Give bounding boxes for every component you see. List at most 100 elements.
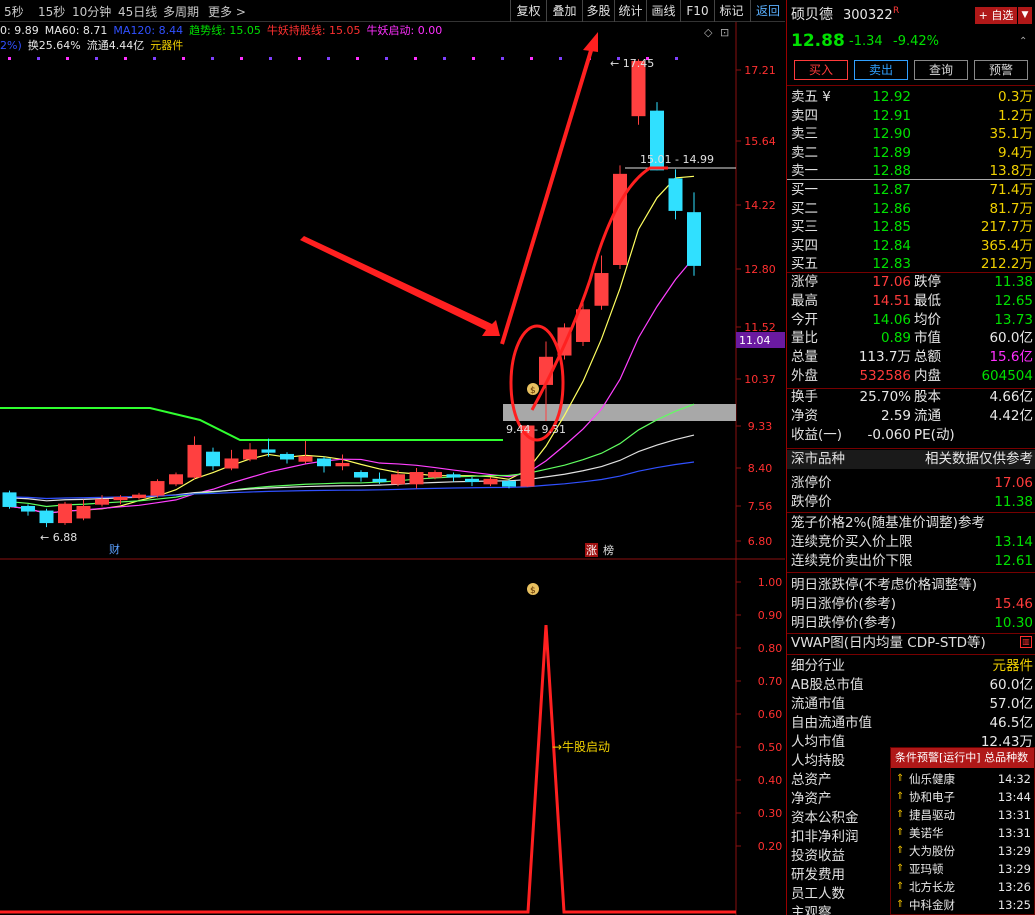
candle-body (95, 499, 109, 505)
chevron-down-icon[interactable]: ▼ (1018, 7, 1032, 24)
indicator-tick-label: 0.60 (758, 708, 783, 721)
alert-item[interactable]: ⇑ 亚玛顿 13:29 (891, 860, 1034, 878)
multi-stock-button[interactable]: 多股 (582, 0, 614, 22)
chart-icon[interactable]: ▥ (1020, 636, 1032, 648)
row-volume: 35.1万 (989, 126, 1033, 142)
row-label: 研发费用 (791, 867, 845, 883)
stat-row: 收益(一) -0.060 PE(动) (787, 426, 1035, 445)
stat-row: 量比 0.89 市值 60.0亿 (787, 329, 1035, 348)
period-15s[interactable]: 15秒 (38, 3, 65, 20)
event-bang[interactable]: 榜 (603, 543, 614, 557)
price-row: 12.88 -1.34 -9.42% ⌃ (787, 32, 1035, 54)
alert-item[interactable]: ⇑ 中科金财 13:25 (891, 896, 1034, 914)
alert-item[interactable]: ⇑ 协和电子 13:44 (891, 788, 1034, 806)
candle-body (594, 273, 609, 306)
indicator-tick-label: 0.50 (758, 741, 783, 754)
row-label: 人均持股 (791, 753, 845, 769)
row-label: 连续竞价卖出价下限 (791, 553, 913, 569)
alert-stock-name: 捷昌驱动 (909, 808, 955, 822)
draw-button[interactable]: 画线 (646, 0, 680, 22)
row-value: 60.0亿 (989, 677, 1033, 693)
period-5s[interactable]: 5秒 (4, 3, 24, 20)
stats-button[interactable]: 统计 (614, 0, 646, 22)
row-label: AB股总市值 (791, 677, 864, 693)
current-price-tag: 11.04 (739, 334, 771, 347)
overlay-button[interactable]: 叠加 (546, 0, 582, 22)
adjust-button[interactable]: 复权 (510, 0, 546, 22)
sell-button[interactable]: 卖出 (854, 60, 908, 80)
alert-arrow-icon: ⇑ (896, 863, 905, 874)
row-value: 12.90 (872, 126, 911, 142)
period-more[interactable]: 更多 > (208, 3, 246, 20)
event-cai[interactable]: 财 (109, 542, 120, 556)
row-label: 卖二 (791, 144, 818, 161)
market-section-header: 深市品种 相关数据仅供参考 (787, 450, 1035, 469)
row-label: 员工人数 (791, 886, 845, 902)
candle-body (372, 478, 387, 483)
candle-body (76, 505, 91, 519)
signal-dot (269, 57, 272, 60)
stat-label: PE(动) (914, 427, 955, 443)
alert-item[interactable]: ⇑ 仙乐健康 14:32 (891, 770, 1034, 788)
buy-button[interactable]: 买入 (794, 60, 848, 80)
stat-value: 13.73 (994, 311, 1033, 328)
alert-arrow-icon: ⇑ (896, 809, 905, 820)
fundamental-row: 细分行业 元器件 (787, 657, 1035, 676)
signal-dot (356, 57, 359, 60)
price-change-pct: -9.42% (893, 34, 939, 49)
stat-label: 总量 (791, 349, 818, 366)
stat-label: 涨停 (791, 274, 818, 290)
alert-item[interactable]: ⇑ 捷昌驱动 13:31 (891, 806, 1034, 824)
signal-dot (240, 57, 243, 60)
indicator-value: 牛妖启动: 0.00 (366, 24, 443, 37)
stat-value: 17.06 (872, 274, 911, 290)
kline-chart[interactable]: 17.2115.6414.2212.8011.5210.379.338.407.… (0, 0, 785, 915)
indicator-value: MA120: 8.44 (113, 24, 184, 37)
alert-item[interactable]: ⇑ 北方长龙 13:26 (891, 878, 1034, 896)
row-label: 买三 (791, 219, 818, 235)
candle-body (150, 481, 165, 496)
signal-dot (37, 57, 40, 60)
query-button[interactable]: 查询 (914, 60, 968, 80)
stat-value: 14.51 (872, 292, 911, 309)
stat-value: 25.70% (859, 389, 911, 405)
candle-body (465, 478, 479, 483)
candle-body (224, 458, 239, 469)
f10-button[interactable]: F10 (680, 0, 714, 22)
stat-label: 净资 (791, 408, 818, 424)
stat-row: 净资 2.59 流通 4.42亿 (787, 407, 1035, 426)
price-tick-label: 12.80 (744, 263, 776, 276)
section-divider (787, 512, 1035, 513)
alert-item[interactable]: ⇑ 美诺华 13:31 (891, 824, 1034, 842)
stat-value: 4.42亿 (989, 408, 1033, 424)
mark-button[interactable]: 标记 (714, 0, 748, 22)
alert-arrow-icon: ⇑ (896, 791, 905, 802)
stat-value: 15.6亿 (989, 349, 1033, 366)
alert-item[interactable]: ⇑ 大为股份 13:29 (891, 842, 1034, 860)
alert-button[interactable]: 预警 (974, 60, 1028, 80)
stock-code: 300322 (843, 8, 893, 23)
period-45day[interactable]: 45日线 (118, 3, 157, 20)
low-marker: ← 6.88 (40, 531, 77, 544)
stat-row: 总量 113.7万 总额 15.6亿 (787, 348, 1035, 367)
section-divider (787, 654, 1035, 655)
row-value: 12.86 (872, 200, 911, 217)
period-10min[interactable]: 10分钟 (72, 3, 111, 20)
event-zhang[interactable]: 涨 (586, 544, 597, 557)
row-value: 11.38 (994, 494, 1033, 510)
back-button[interactable]: 返回 (750, 0, 785, 22)
add-watchlist-button[interactable]: + 自选 (975, 7, 1017, 24)
stat-value: 532586 (859, 368, 911, 384)
alert-arrow-icon: ⇑ (896, 773, 905, 784)
collapse-icon[interactable]: ⌃ (1019, 32, 1027, 51)
period-multi[interactable]: 多周期 (163, 3, 199, 20)
indicator-tick-label: 0.80 (758, 642, 783, 655)
stat-label: 跌停 (914, 274, 941, 290)
candle-body (335, 462, 350, 467)
signal-dot (66, 57, 69, 60)
stat-value: 0.89 (880, 330, 911, 347)
indicator-tick-label: 0.20 (758, 840, 783, 853)
bid-row: 买一 12.87 71.4万 (787, 181, 1035, 200)
alert-header[interactable]: 条件预警[运行中] 总品种数 (891, 748, 1034, 768)
indicator-value: 牛妖持股线: 15.05 (266, 24, 361, 37)
